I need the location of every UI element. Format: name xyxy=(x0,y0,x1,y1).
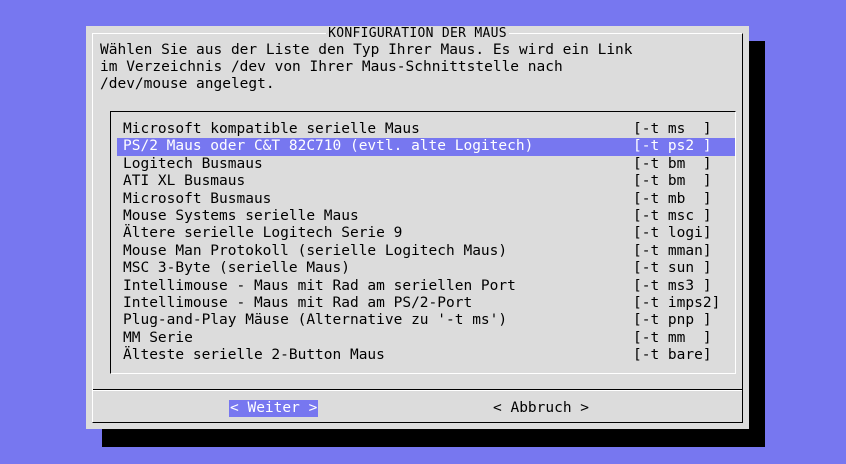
list-item[interactable]: MSC 3-Byte (serielle Maus) [-t sun ] xyxy=(117,260,735,277)
list-item-tag: [-t mman] xyxy=(633,242,712,259)
list-item-tag: [-t ps2 ] xyxy=(633,138,712,155)
list-item-tag: [-t ms3 ] xyxy=(633,277,712,294)
next-button[interactable]: < Weiter > xyxy=(229,400,319,417)
list-item-label: Mouse Man Protokoll (serielle Logitech M… xyxy=(123,242,508,259)
list-item[interactable]: PS/2 Maus oder C&T 82C710 (evtl. alte Lo… xyxy=(117,138,735,156)
list-item-label: PS/2 Maus oder C&T 82C710 (evtl. alte Lo… xyxy=(123,138,534,155)
terminal-screen: KONFIGURATION DER MAUS Wählen Sie aus de… xyxy=(0,0,846,464)
list-item[interactable]: Mouse Man Protokoll (serielle Logitech M… xyxy=(117,243,735,260)
list-item[interactable]: Microsoft Busmaus [-t mb ] xyxy=(117,191,735,208)
list-item[interactable]: Plug-and-Play Mäuse (Alternative zu '-t … xyxy=(117,312,735,329)
list-item-label: Intellimouse - Maus mit Rad am seriellen… xyxy=(123,277,516,294)
list-item-label: Plug-and-Play Mäuse (Alternative zu '-t … xyxy=(123,312,508,329)
list-item-label: MM Serie xyxy=(123,329,193,346)
list-item-tag: [-t mm ] xyxy=(633,329,712,346)
dialog-prompt: Wählen Sie aus der Liste den Typ Ihrer M… xyxy=(100,42,730,93)
list-item[interactable]: Älteste serielle 2-Button Maus [-t bare] xyxy=(117,347,735,364)
list-item-tag: [-t msc ] xyxy=(633,207,712,224)
list-item-label: Intellimouse - Maus mit Rad am PS/2-Port xyxy=(123,294,473,311)
list-item-tag: [-t logi] xyxy=(633,225,712,242)
dialog-title-bar: KONFIGURATION DER MAUS xyxy=(93,26,742,41)
cancel-button[interactable]: < Abbruch > xyxy=(493,400,589,417)
list-item-tag: [-t imps2] xyxy=(633,294,721,311)
prompt-line: Wählen Sie aus der Liste den Typ Ihrer M… xyxy=(100,42,633,58)
mouse-type-items: Microsoft kompatible serielle Maus [-t ms… xyxy=(117,121,735,364)
list-item[interactable]: Ältere serielle Logitech Serie 9 [-t logi… xyxy=(117,225,735,242)
list-item-tag: [-t mb ] xyxy=(633,190,712,207)
list-item-tag: [-t bare] xyxy=(633,347,712,364)
list-item-label: Microsoft kompatible serielle Maus xyxy=(123,121,420,137)
list-item[interactable]: Intellimouse - Maus mit Rad am seriellen… xyxy=(117,278,735,295)
list-item-label: Ältere serielle Logitech Serie 9 xyxy=(123,225,403,242)
list-item-label: ATI XL Busmaus xyxy=(123,173,246,190)
list-item-label: MSC 3-Byte (serielle Maus) xyxy=(123,260,350,277)
list-item[interactable]: Intellimouse - Maus mit Rad am PS/2-Port… xyxy=(117,295,735,312)
mouse-config-dialog: KONFIGURATION DER MAUS Wählen Sie aus de… xyxy=(86,26,749,429)
prompt-line: im Verzeichnis /dev von Ihrer Maus-Schni… xyxy=(100,59,563,75)
list-item[interactable]: ATI XL Busmaus [-t bm ] xyxy=(117,173,735,190)
list-item-label: Mouse Systems serielle Maus xyxy=(123,207,359,224)
prompt-line: /dev/mouse angelegt. xyxy=(100,76,275,92)
list-item-tag: [-t sun ] xyxy=(633,260,712,277)
dialog-title: KONFIGURATION DER MAUS xyxy=(326,26,509,41)
dialog-frame: KONFIGURATION DER MAUS Wählen Sie aus de… xyxy=(92,26,743,423)
mouse-type-list[interactable]: Microsoft kompatible serielle Maus [-t ms… xyxy=(110,111,736,374)
list-item[interactable]: Mouse Systems serielle Maus [-t msc ] xyxy=(117,208,735,225)
list-item-label: Älteste serielle 2-Button Maus xyxy=(123,347,385,364)
list-item-tag: [-t bm ] xyxy=(633,173,712,190)
list-item[interactable]: Logitech Busmaus [-t bm ] xyxy=(117,156,735,173)
button-separator xyxy=(93,389,742,391)
list-item-tag: [-t bm ] xyxy=(633,155,712,172)
list-item[interactable]: Microsoft kompatible serielle Maus [-t ms… xyxy=(117,121,735,138)
list-item-tag: [-t ms ] xyxy=(633,121,712,137)
list-item-label: Logitech Busmaus xyxy=(123,155,263,172)
list-item-tag: [-t pnp ] xyxy=(633,312,712,329)
list-item-label: Microsoft Busmaus xyxy=(123,190,272,207)
list-item[interactable]: MM Serie [-t mm ] xyxy=(117,330,735,347)
